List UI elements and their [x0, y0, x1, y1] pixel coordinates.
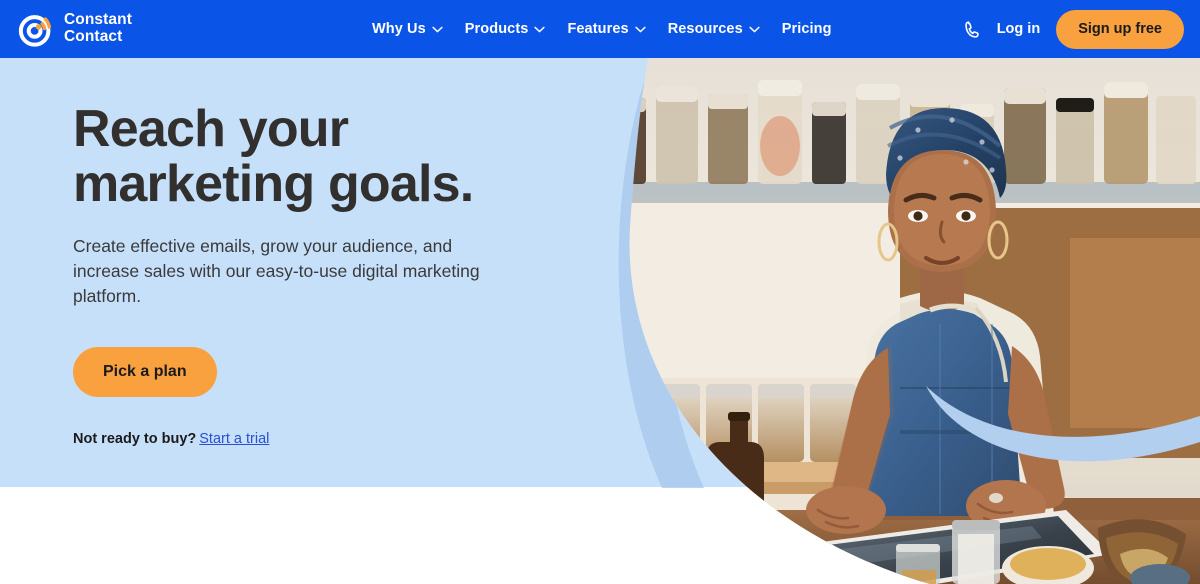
phone-handset-icon[interactable]	[964, 20, 981, 39]
nav-item-features[interactable]: Features	[567, 21, 646, 37]
nav-item-pricing[interactable]: Pricing	[782, 21, 832, 37]
primary-nav: Why Us Products Features Resources Prici…	[372, 0, 832, 58]
nav-item-label: Resources	[667, 21, 743, 37]
chevron-down-icon	[534, 26, 546, 32]
landing-page: Constant Contact Why Us Products Feature…	[0, 0, 1200, 584]
hero-image	[600, 58, 1200, 584]
nav-item-label: Products	[464, 21, 529, 37]
header-actions: Log in Sign up free	[964, 0, 1184, 58]
trial-prompt-row: Not ready to buy? Start a trial	[73, 431, 593, 447]
logo-wordmark: Constant Contact	[64, 11, 132, 45]
chevron-down-icon	[749, 26, 760, 32]
nav-item-resources[interactable]: Resources	[668, 21, 760, 37]
constant-contact-logo[interactable]: Constant Contact	[18, 10, 132, 48]
signup-free-button[interactable]: Sign up free	[1056, 9, 1184, 49]
login-link[interactable]: Log in	[997, 21, 1041, 37]
chevron-down-icon	[432, 26, 443, 32]
constant-contact-logo-icon	[18, 15, 52, 47]
nav-item-label: Why Us	[372, 21, 426, 37]
pick-a-plan-button[interactable]: Pick a plan	[73, 346, 217, 397]
nav-item-products[interactable]: Products	[465, 21, 546, 37]
nav-item-why-us[interactable]: Why Us	[372, 21, 443, 37]
start-a-trial-link[interactable]: Start a trial	[199, 431, 269, 447]
site-header: Constant Contact Why Us Products Feature…	[0, 0, 1200, 58]
chevron-down-icon	[635, 26, 646, 32]
page-title: Reach your marketing goals.	[73, 100, 474, 214]
trial-prompt-label: Not ready to buy?	[73, 430, 197, 447]
nav-item-label: Features	[567, 21, 629, 37]
hero-subheading: Create effective emails, grow your audie…	[73, 236, 480, 306]
hero-content: Reach your marketing goals. Create effec…	[73, 100, 593, 447]
nav-item-label: Pricing	[781, 21, 832, 37]
